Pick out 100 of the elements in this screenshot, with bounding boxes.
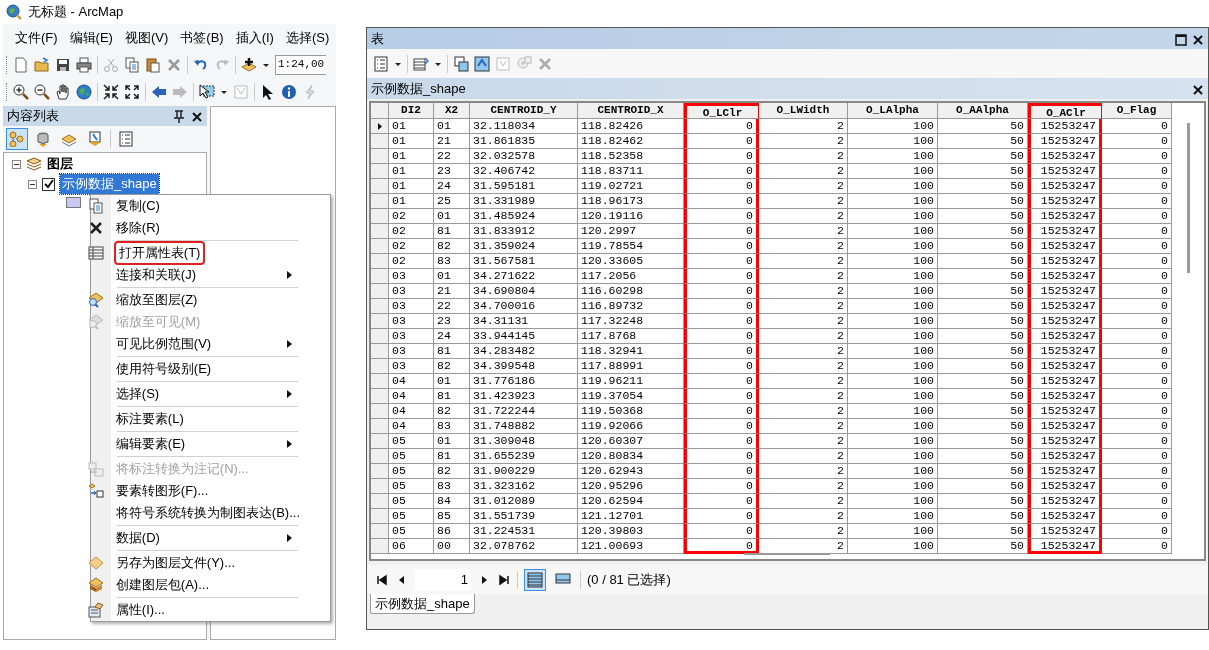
scissors-icon[interactable] <box>103 56 119 73</box>
menu-item[interactable]: 打开属性表(T) <box>115 243 204 263</box>
select-features-icon[interactable] <box>199 83 215 100</box>
table-cell: 100 <box>848 434 938 449</box>
menu-item[interactable]: 标注要素(L) <box>115 409 184 429</box>
menu-item[interactable]: 插入(I) <box>229 28 280 48</box>
view-button[interactable] <box>6 128 28 150</box>
save-icon[interactable] <box>55 56 71 73</box>
scrollbar-thumb[interactable] <box>744 553 830 555</box>
column-header[interactable]: O_AAlpha <box>938 103 1028 119</box>
table-cell: 03 <box>389 284 434 299</box>
table-cell: 50 <box>938 164 1028 179</box>
table-cell: 0 <box>1102 239 1172 254</box>
expander-icon[interactable] <box>12 159 21 169</box>
menu-item[interactable]: 视图(V) <box>118 28 175 48</box>
table-cell: 100 <box>848 314 938 329</box>
menu-item[interactable]: 编辑(E) <box>63 28 119 48</box>
table-cell: 0 <box>1102 389 1172 404</box>
close-icon[interactable] <box>189 109 203 123</box>
table-cell: 34.399548 <box>470 359 578 374</box>
maximize-icon[interactable] <box>1173 31 1187 46</box>
last-record-icon[interactable] <box>497 572 511 587</box>
delete-selected-icon[interactable] <box>537 55 553 72</box>
table-cell: 34.700016 <box>470 299 578 314</box>
column-header[interactable]: DI2 <box>389 103 434 119</box>
table-cell: 2 <box>759 359 848 374</box>
table-cell: 0 <box>684 284 759 299</box>
table-cell: 05 <box>389 449 434 464</box>
table-options-icon[interactable] <box>373 55 389 72</box>
menu-item[interactable]: 选择(S) <box>115 384 160 404</box>
table-cell: 2 <box>759 479 848 494</box>
menu-item[interactable]: 缩放至图层(Z) <box>115 290 198 310</box>
corner-header-cell[interactable] <box>371 103 389 119</box>
switch-selection-icon[interactable] <box>474 55 490 72</box>
symbol-patch[interactable] <box>66 196 81 208</box>
menu-item[interactable]: 文件(F) <box>9 28 64 48</box>
info-icon[interactable] <box>281 83 297 100</box>
zoom-out-icon[interactable] <box>34 83 50 100</box>
table-cell: 118.82462 <box>578 134 684 149</box>
pin-icon[interactable] <box>171 109 185 123</box>
select-by-attributes-icon[interactable] <box>453 55 469 72</box>
table-cell: 81 <box>434 449 470 464</box>
table-cell: 2 <box>759 134 848 149</box>
pan-hand-icon[interactable] <box>55 83 71 100</box>
menu-item[interactable]: 数据(D) <box>115 528 160 548</box>
table-cell: 31.331989 <box>470 194 578 209</box>
menu-item[interactable]: 编辑要素(E) <box>115 434 186 454</box>
back-arrow-icon[interactable] <box>151 83 167 100</box>
menu-item[interactable]: 移除(R) <box>115 218 160 238</box>
menu-item[interactable]: 书签(B) <box>174 28 230 48</box>
column-header[interactable]: X2 <box>434 103 470 119</box>
open-folder-icon[interactable] <box>34 56 50 73</box>
column-header[interactable]: O_LWidth <box>759 103 848 119</box>
table-cell: 100 <box>848 359 938 374</box>
menu-item[interactable]: 可见比例范围(V) <box>115 334 212 354</box>
paste-icon[interactable] <box>145 56 161 73</box>
column-header[interactable]: CENTROID_Y <box>470 103 578 119</box>
table-tab[interactable]: 示例数据_shape <box>370 594 475 614</box>
record-field[interactable]: 1 <box>415 568 471 591</box>
column-header[interactable]: CENTROID_X <box>578 103 684 119</box>
scale-field[interactable]: 1:24,00 <box>275 54 327 75</box>
table-cell: 2 <box>759 374 848 389</box>
delete-icon[interactable] <box>166 56 182 73</box>
first-record-icon[interactable] <box>375 572 389 587</box>
lightning-icon[interactable] <box>302 83 318 100</box>
menu-item[interactable]: 另存为图层文件(Y)... <box>115 553 235 573</box>
menu-item[interactable]: 创建图层包(A)... <box>115 575 209 595</box>
table-cell: 50 <box>938 149 1028 164</box>
tree-item[interactable]: 图层 <box>47 154 73 174</box>
scrollbar-thumb[interactable] <box>1187 123 1190 273</box>
add-data-icon[interactable] <box>241 56 257 73</box>
related-tables-icon[interactable] <box>413 55 429 72</box>
clear-selection-icon[interactable] <box>233 83 249 100</box>
forward-arrow-icon[interactable] <box>172 83 188 100</box>
menu-item[interactable]: 使用符号级别(E) <box>115 359 212 379</box>
table-cell: 31.551739 <box>470 509 578 524</box>
zoom-in-icon[interactable] <box>13 83 29 100</box>
menu-item[interactable]: 选择(S) <box>279 28 336 48</box>
new-document-icon[interactable] <box>13 56 29 73</box>
table-cell: 120.95296 <box>578 479 684 494</box>
menu-item[interactable]: 属性(I)... <box>115 600 165 620</box>
menu-item[interactable]: 连接和关联(J) <box>115 265 196 285</box>
column-header[interactable]: O_Flag <box>1102 103 1172 119</box>
layer-name[interactable]: 示例数据_shape <box>60 174 159 194</box>
menu-item[interactable]: 要素转图形(F)... <box>115 481 209 501</box>
view-button[interactable] <box>524 568 546 591</box>
checkbox[interactable] <box>42 177 55 191</box>
row-header[interactable] <box>371 119 389 134</box>
printer-icon[interactable] <box>76 56 92 73</box>
globe-icon[interactable] <box>76 83 92 100</box>
copy-icon[interactable] <box>124 56 140 73</box>
table-cell: 120.2997 <box>578 224 684 239</box>
fixed-zoom-out-icon[interactable] <box>124 83 140 100</box>
menu-item[interactable]: 将符号系统转换为制图表达(B)... <box>115 503 300 523</box>
column-header[interactable]: O_AClr <box>1028 103 1102 119</box>
column-header[interactable]: O_LAlpha <box>848 103 938 119</box>
menu-item[interactable]: 复制(C) <box>115 196 160 216</box>
fixed-zoom-in-icon[interactable] <box>103 83 119 100</box>
expander-icon[interactable] <box>28 179 37 189</box>
column-header[interactable]: O_LClr <box>684 103 759 119</box>
